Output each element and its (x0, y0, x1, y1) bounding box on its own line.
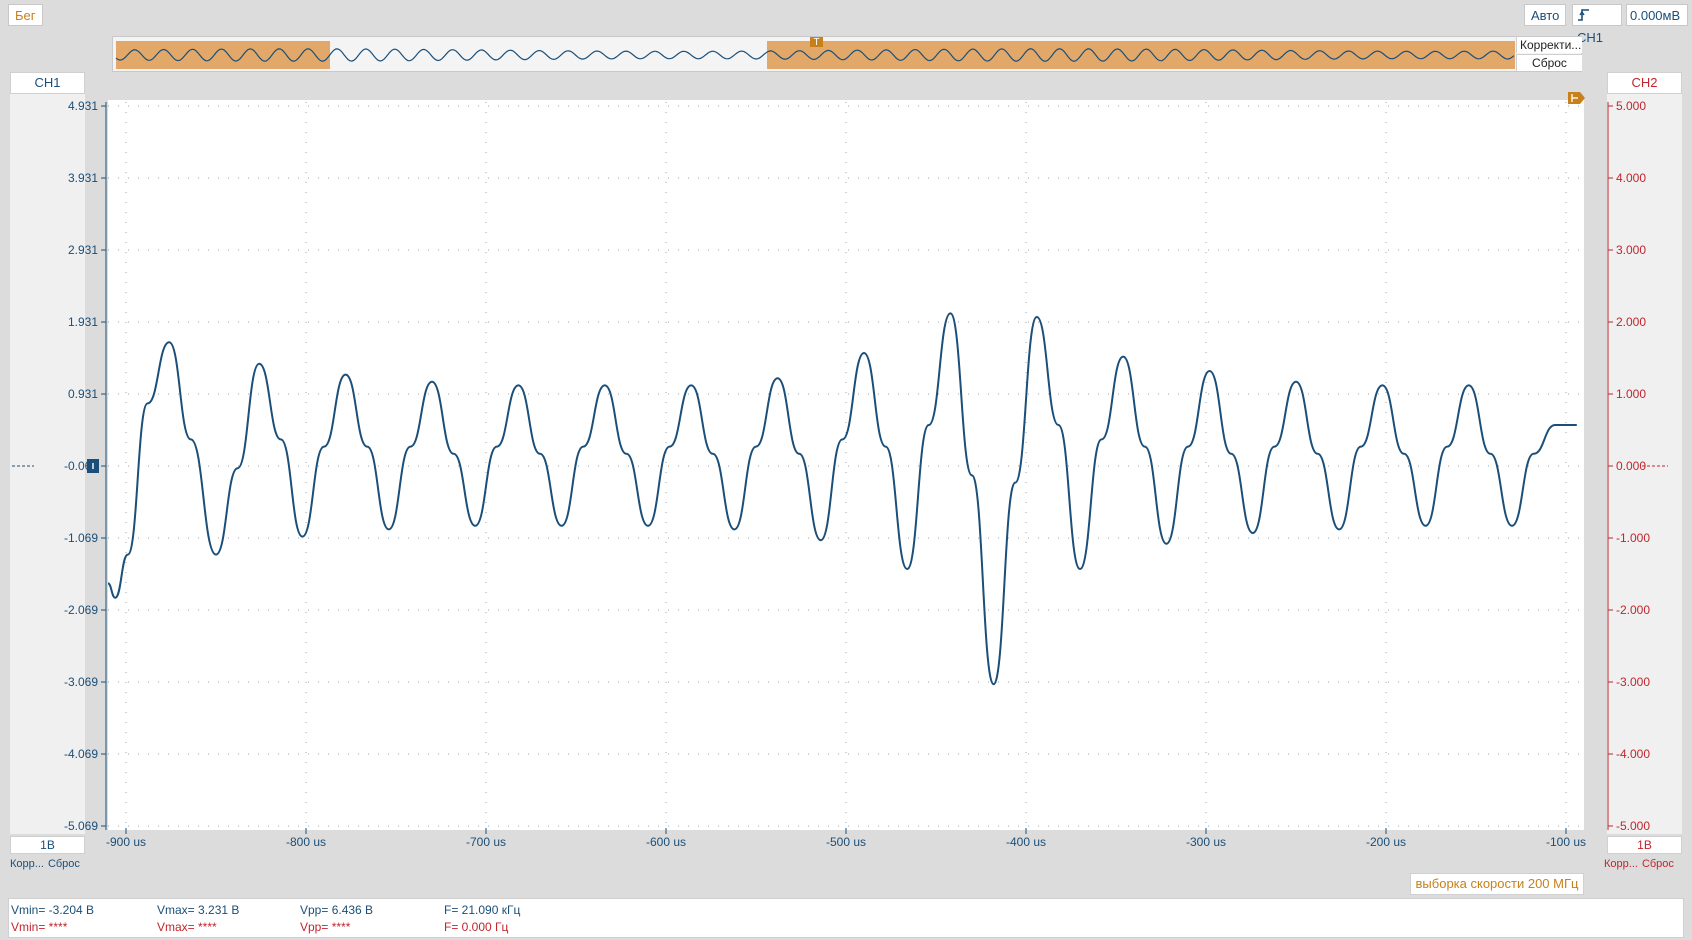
ch1-frequency: F= 21.090 кГц (444, 903, 521, 917)
ch1-axis-panel[interactable] (10, 94, 85, 834)
ch1-actions: Корр... Сброс (10, 856, 90, 872)
time-tick-label: -600 us (646, 835, 686, 849)
trigger-source-button[interactable]: CH1 (1572, 4, 1622, 45)
time-tick-label: -500 us (826, 835, 866, 849)
ch2-vmax: Vmax= **** (157, 920, 217, 934)
trigger-level-button[interactable]: 0.000мВ (1626, 4, 1688, 26)
measurements-panel: Vmin= -3.204 B Vmax= 3.231 B Vpp= 6.436 … (8, 898, 1684, 938)
overview-reset-button[interactable]: Сброс (1516, 54, 1582, 71)
ch1-reset-button[interactable]: Сброс (48, 858, 80, 870)
time-tick-label: -700 us (466, 835, 506, 849)
ch1-header[interactable]: CH1 (10, 72, 85, 94)
ch1-vpp: Vpp= 6.436 B (300, 903, 374, 917)
overview-left-highlight (116, 41, 330, 69)
ch2-vpp: Vpp= **** (300, 920, 351, 934)
ch2-vmin: Vmin= **** (11, 920, 68, 934)
overview-svg: T (115, 37, 1515, 69)
ch2-actions: Корр... Сброс (1604, 856, 1684, 872)
trigger-mode-button[interactable]: Авто (1524, 4, 1566, 26)
time-tick-label: -400 us (1006, 835, 1046, 849)
time-tick-label: -200 us (1366, 835, 1406, 849)
ch2-reset-button[interactable]: Сброс (1642, 858, 1674, 870)
overview-trigger-label: T (813, 37, 819, 48)
ch2-volts-per-div[interactable]: 1B (1607, 836, 1682, 854)
time-tick-label: -900 us (106, 835, 146, 849)
sample-rate-label: выборка скорости 200 МГц (1410, 873, 1584, 895)
waveform-overview[interactable]: T (112, 36, 1582, 72)
ch1-ground-marker[interactable] (87, 459, 99, 473)
time-tick-label: -800 us (286, 835, 326, 849)
run-stop-button[interactable]: Бег (8, 4, 43, 26)
ch1-vmin: Vmin= -3.204 B (11, 903, 95, 917)
ch2-header[interactable]: CH2 (1607, 72, 1682, 94)
ch2-fit-button[interactable]: Корр... (1604, 858, 1638, 870)
rising-edge-icon (1578, 9, 1589, 21)
ch2-frequency: F= 0.000 Гц (444, 920, 509, 934)
plot-area[interactable] (108, 100, 1584, 830)
overview-fit-button[interactable]: Корректи... (1516, 37, 1582, 53)
ch1-vmax: Vmax= 3.231 B (157, 903, 240, 917)
ch2-axis-panel[interactable] (1607, 94, 1682, 834)
ch1-fit-button[interactable]: Корр... (10, 858, 44, 870)
ch1-volts-per-div[interactable]: 1B (10, 836, 85, 854)
time-tick-label: -100 us (1546, 835, 1586, 849)
time-tick-label: -300 us (1186, 835, 1226, 849)
